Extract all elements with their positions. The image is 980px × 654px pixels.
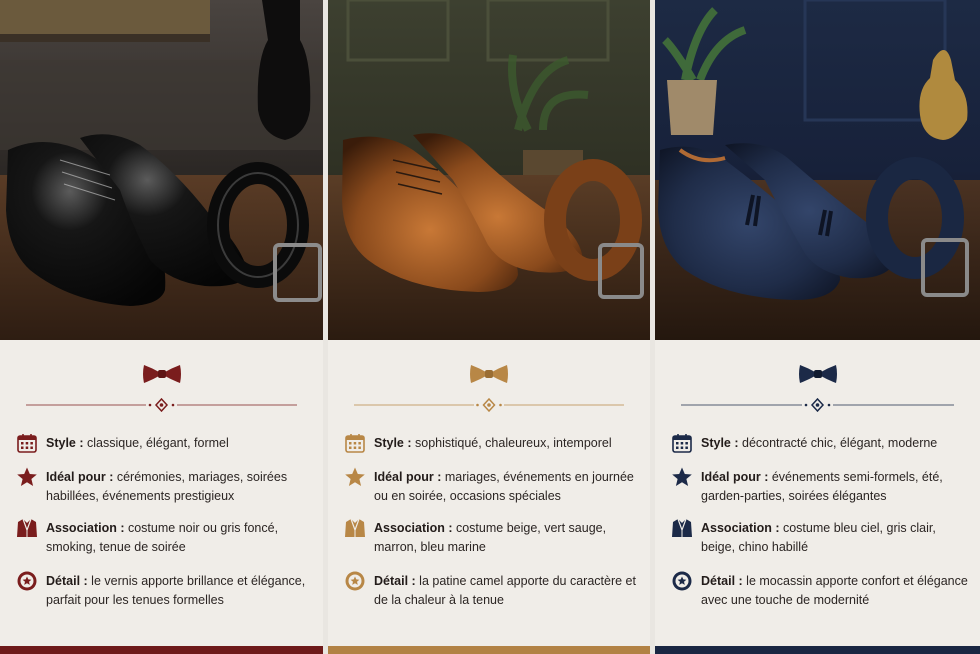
row-label: Détail :: [46, 574, 88, 588]
suit-jacket-icon: [345, 518, 365, 537]
card-details: Style : décontracté chic, élégant, moder…: [655, 340, 980, 646]
medal-icon: [345, 571, 365, 591]
calendar-icon: [17, 434, 37, 453]
info-row-association: Association : costume beige, vert sauge,…: [344, 518, 640, 556]
info-row-style: Style : décontracté chic, élégant, moder…: [671, 434, 970, 454]
info-row-style: Style : sophistiqué, chaleureux, intempo…: [344, 434, 640, 454]
accent-bar: [655, 646, 980, 654]
info-row-association: Association : costume bleu ciel, gris cl…: [671, 518, 970, 556]
row-label: Détail :: [701, 574, 743, 588]
medal-icon: [17, 571, 37, 591]
medal-icon: [672, 571, 692, 591]
ornament-divider: [354, 398, 624, 412]
card-cognac-oxford: Style : sophistiqué, chaleureux, intempo…: [328, 0, 650, 654]
row-label: Style :: [701, 436, 739, 450]
card-black-patent: Style : classique, élégant, formel Idéal…: [0, 0, 323, 654]
row-label: Style :: [46, 436, 84, 450]
suit-jacket-icon: [672, 518, 692, 537]
suit-jacket-icon: [17, 518, 37, 537]
star-icon: [672, 467, 692, 486]
accent-bar: [0, 646, 323, 654]
row-label: Idéal pour :: [701, 470, 769, 484]
card-details: Style : classique, élégant, formel Idéal…: [0, 340, 323, 646]
row-label: Association :: [374, 521, 453, 535]
info-row-detail: Détail : la patine camel apporte du cara…: [344, 571, 640, 609]
row-label: Association :: [701, 521, 780, 535]
row-label: Détail :: [374, 574, 416, 588]
row-text: sophistiqué, chaleureux, intemporel: [415, 436, 612, 450]
bowtie-icon: [142, 365, 181, 383]
product-photo: [328, 0, 650, 340]
info-row-style: Style : classique, élégant, formel: [16, 434, 313, 454]
calendar-icon: [345, 434, 365, 453]
info-row-ideal: Idéal pour : événements semi-formels, ét…: [671, 467, 970, 505]
row-text: décontracté chic, élégant, moderne: [742, 436, 938, 450]
row-label: Style :: [374, 436, 412, 450]
card-details: Style : sophistiqué, chaleureux, intempo…: [328, 340, 650, 646]
info-row-detail: Détail : le vernis apporte brillance et …: [16, 571, 313, 609]
product-comparison: Style : classique, élégant, formel Idéal…: [0, 0, 980, 654]
product-photo: [0, 0, 323, 340]
product-photo: [655, 0, 980, 340]
star-icon: [17, 467, 37, 486]
bowtie-icon: [470, 365, 508, 383]
bowtie-icon: [798, 365, 837, 383]
row-label: Idéal pour :: [46, 470, 114, 484]
star-icon: [345, 467, 365, 486]
info-row-association: Association : costume noir ou gris foncé…: [16, 518, 313, 556]
info-row-detail: Détail : le mocassin apporte confort et …: [671, 571, 970, 609]
row-text: classique, élégant, formel: [87, 436, 229, 450]
accent-bar: [328, 646, 650, 654]
info-row-ideal: Idéal pour : mariages, événements en jou…: [344, 467, 640, 505]
ornament-divider: [26, 398, 297, 412]
calendar-icon: [672, 434, 692, 453]
row-label: Idéal pour :: [374, 470, 442, 484]
info-row-ideal: Idéal pour : cérémonies, mariages, soiré…: [16, 467, 313, 505]
ornament-divider: [681, 398, 954, 412]
row-label: Association :: [46, 521, 125, 535]
card-navy-loafer: Style : décontracté chic, élégant, moder…: [655, 0, 980, 654]
